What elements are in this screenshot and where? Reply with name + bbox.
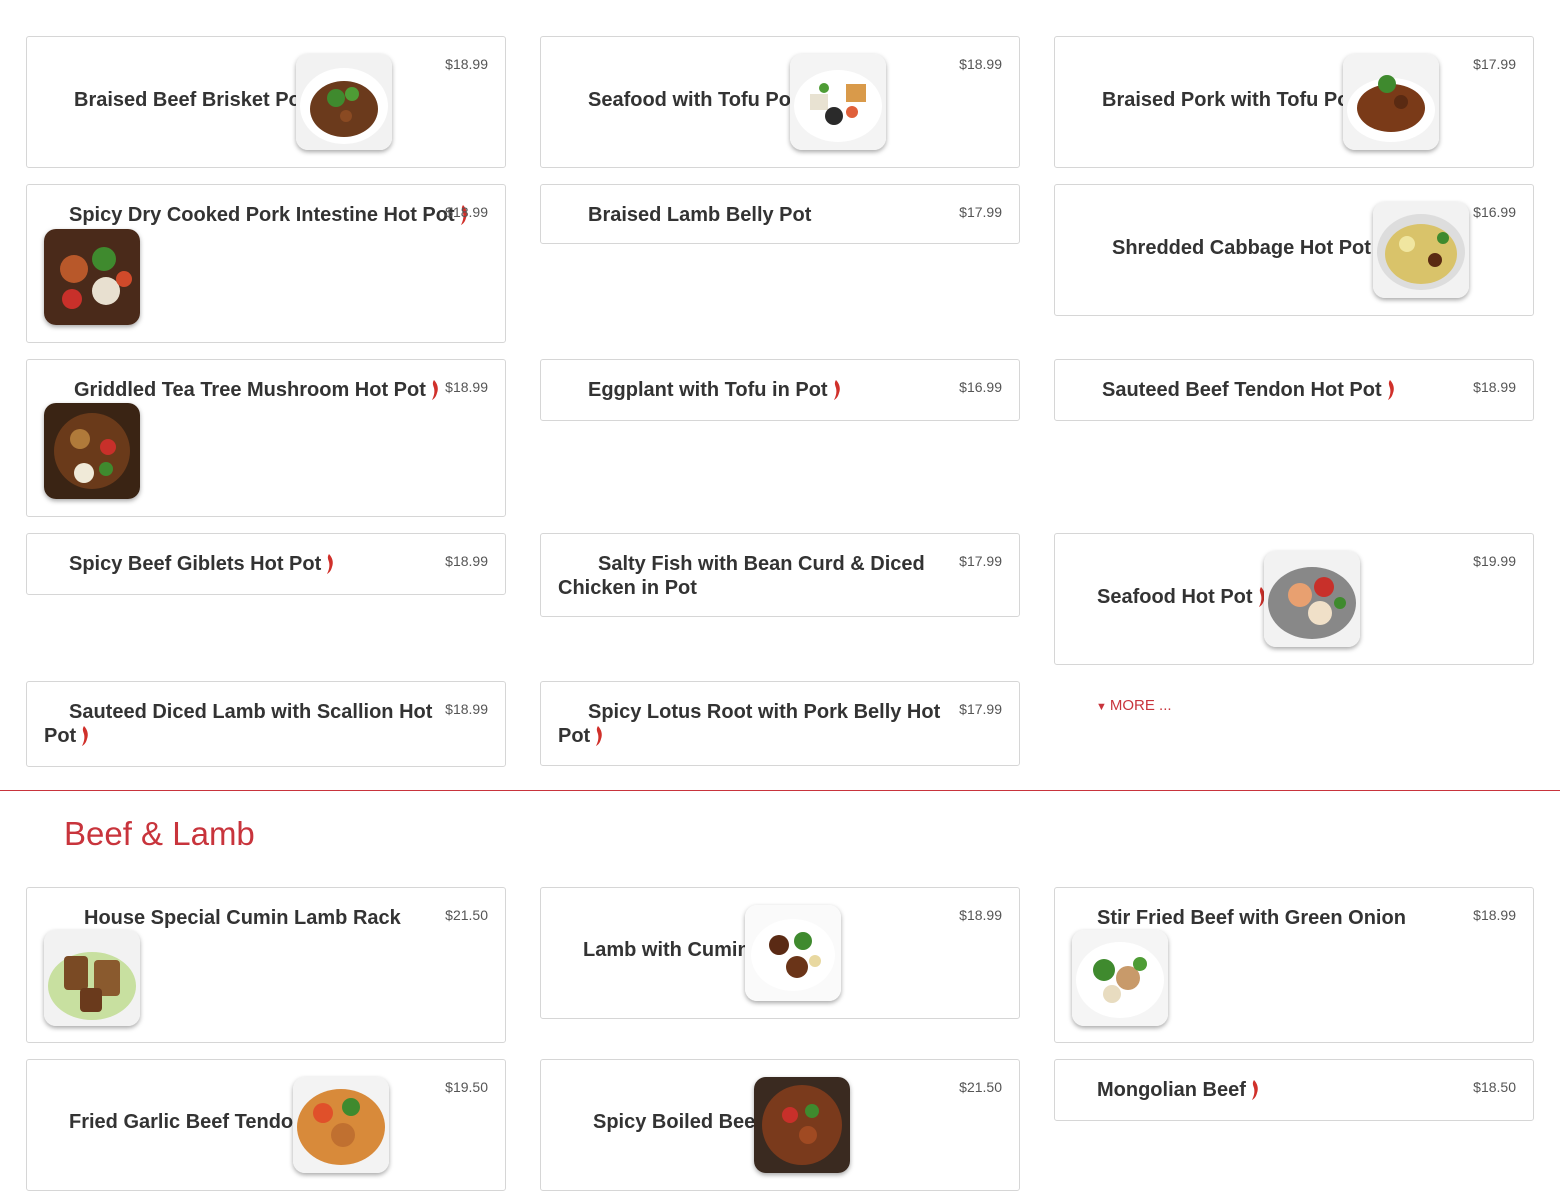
item-price: $17.99 <box>959 701 1002 717</box>
item-name: Mongolian Beef <box>1097 1078 1260 1102</box>
item-name: Sauteed Beef Tendon Hot Pot <box>1102 378 1396 402</box>
item-price: $18.99 <box>445 56 488 72</box>
item-name-text: Sauteed Beef Tendon Hot Pot <box>1102 379 1382 401</box>
more-link[interactable]: ▼ MORE ... <box>1096 697 1172 714</box>
item-name-text: Spicy Beef Giblets Hot Pot <box>69 553 322 575</box>
item-name: Lamb with Cumin <box>583 939 750 961</box>
item-price: $18.99 <box>959 907 1002 923</box>
chili-pepper-icon <box>832 379 842 401</box>
chili-pepper-icon <box>594 725 604 747</box>
menu-item-card[interactable]: Braised Lamb Belly Pot $17.99 <box>540 184 1020 244</box>
menu-item-card[interactable]: Lamb with Cumin $18.99 <box>540 887 1020 1019</box>
item-name: Braised Beef Brisket Pot <box>74 89 308 111</box>
menu-item-card[interactable]: Sauteed Diced Lamb with Scallion Hot Pot… <box>26 681 506 767</box>
menu-item-card[interactable]: Seafood Hot Pot $19.99 <box>1054 533 1534 665</box>
dish-photo[interactable] <box>745 905 841 1001</box>
item-name-text: Sauteed Diced Lamb with Scallion Hot Pot <box>44 701 433 747</box>
menu-item-card[interactable]: Seafood with Tofu Pot $18.99 <box>540 36 1020 168</box>
dish-photo[interactable] <box>44 229 140 325</box>
item-name-text: Mongolian Beef <box>1097 1079 1246 1101</box>
dish-photo[interactable] <box>44 403 140 499</box>
menu-item-card[interactable]: Fried Garlic Beef Tendon $19.50 <box>26 1059 506 1191</box>
item-name: Spicy Lotus Root with Pork Belly Hot Pot <box>558 700 953 748</box>
item-name: Stir Fried Beef with Green Onion <box>1097 907 1406 929</box>
item-price: $18.50 <box>1473 1079 1516 1095</box>
item-price: $18.99 <box>445 701 488 717</box>
menu-item-card[interactable]: Braised Beef Brisket Pot $18.99 <box>26 36 506 168</box>
item-price: $18.99 <box>445 379 488 395</box>
item-price: $21.50 <box>959 1079 1002 1095</box>
menu-item-card[interactable]: Spicy Boiled Beef $21.50 <box>540 1059 1020 1191</box>
more-link-label: MORE ... <box>1109 697 1172 714</box>
item-name: Braised Lamb Belly Pot <box>588 204 812 226</box>
item-name: Sauteed Diced Lamb with Scallion Hot Pot <box>44 700 434 748</box>
item-price: $17.99 <box>959 553 1002 569</box>
chili-pepper-icon <box>430 379 440 401</box>
item-name: Seafood with Tofu Pot <box>588 89 798 111</box>
item-name-text: Spicy Dry Cooked Pork Intestine Hot Pot <box>69 204 455 226</box>
section-title: Beef & Lamb <box>64 815 255 852</box>
chili-pepper-icon <box>1386 379 1396 401</box>
menu-item-card[interactable]: Mongolian Beef $18.50 <box>1054 1059 1534 1121</box>
dish-photo[interactable] <box>293 1077 389 1173</box>
item-name-text: Griddled Tea Tree Mushroom Hot Pot <box>74 379 426 401</box>
item-price: $18.99 <box>445 204 488 220</box>
menu-item-card[interactable]: Eggplant with Tofu in Pot $16.99 <box>540 359 1020 421</box>
item-price: $18.99 <box>959 56 1002 72</box>
dish-photo[interactable] <box>44 930 140 1026</box>
menu-item-card[interactable]: Stir Fried Beef with Green Onion $18.99 <box>1054 887 1534 1043</box>
item-name-text: Shredded Cabbage Hot Pot <box>1112 237 1371 259</box>
menu-item-card[interactable]: Braised Pork with Tofu Pot $17.99 <box>1054 36 1534 168</box>
item-price: $19.50 <box>445 1079 488 1095</box>
item-name: Spicy Beef Giblets Hot Pot <box>69 552 335 576</box>
caret-down-icon: ▼ <box>1096 701 1107 713</box>
item-price: $21.50 <box>445 907 488 923</box>
section-divider <box>0 790 1560 791</box>
dish-photo[interactable] <box>296 54 392 150</box>
chili-pepper-icon <box>80 725 90 747</box>
item-price: $17.99 <box>959 204 1002 220</box>
menu-item-card[interactable]: Griddled Tea Tree Mushroom Hot Pot $18.9… <box>26 359 506 517</box>
chili-pepper-icon <box>1250 1079 1260 1101</box>
dish-photo[interactable] <box>1343 54 1439 150</box>
menu-item-card[interactable]: House Special Cumin Lamb Rack $21.50 <box>26 887 506 1043</box>
item-name-text: Eggplant with Tofu in Pot <box>588 379 828 401</box>
item-name: Shredded Cabbage Hot Pot <box>1112 236 1385 260</box>
menu-item-card[interactable]: Spicy Lotus Root with Pork Belly Hot Pot… <box>540 681 1020 766</box>
item-name: House Special Cumin Lamb Rack <box>84 907 401 929</box>
item-name: Fried Garlic Beef Tendon <box>69 1111 306 1133</box>
item-name-text: Seafood Hot Pot <box>1097 586 1253 608</box>
menu-item-card[interactable]: Salty Fish with Bean Curd & Diced Chicke… <box>540 533 1020 617</box>
item-price: $18.99 <box>1473 379 1516 395</box>
menu-item-card[interactable]: Spicy Beef Giblets Hot Pot $18.99 <box>26 533 506 595</box>
item-name: Griddled Tea Tree Mushroom Hot Pot <box>74 378 440 402</box>
dish-photo[interactable] <box>1373 202 1469 298</box>
item-price: $16.99 <box>1473 204 1516 220</box>
menu-item-card[interactable]: Sauteed Beef Tendon Hot Pot $18.99 <box>1054 359 1534 421</box>
item-name: Salty Fish with Bean Curd & Diced Chicke… <box>558 553 925 599</box>
chili-pepper-icon <box>325 553 335 575</box>
item-name: Seafood Hot Pot <box>1097 585 1267 609</box>
menu-item-card[interactable]: Shredded Cabbage Hot Pot $16.99 <box>1054 184 1534 316</box>
dish-photo[interactable] <box>754 1077 850 1173</box>
item-name-text: Spicy Lotus Root with Pork Belly Hot Pot <box>558 701 941 747</box>
item-name: Eggplant with Tofu in Pot <box>588 378 842 402</box>
item-name: Spicy Boiled Beef <box>593 1111 762 1133</box>
menu-item-card[interactable]: Spicy Dry Cooked Pork Intestine Hot Pot … <box>26 184 506 343</box>
dish-photo[interactable] <box>1264 551 1360 647</box>
item-price: $19.99 <box>1473 553 1516 569</box>
item-price: $18.99 <box>1473 907 1516 923</box>
item-name: Braised Pork with Tofu Pot <box>1102 89 1357 111</box>
item-name: Spicy Dry Cooked Pork Intestine Hot Pot <box>69 203 469 227</box>
item-price: $18.99 <box>445 553 488 569</box>
item-price: $16.99 <box>959 379 1002 395</box>
item-price: $17.99 <box>1473 56 1516 72</box>
dish-photo[interactable] <box>1072 930 1168 1026</box>
dish-photo[interactable] <box>790 54 886 150</box>
